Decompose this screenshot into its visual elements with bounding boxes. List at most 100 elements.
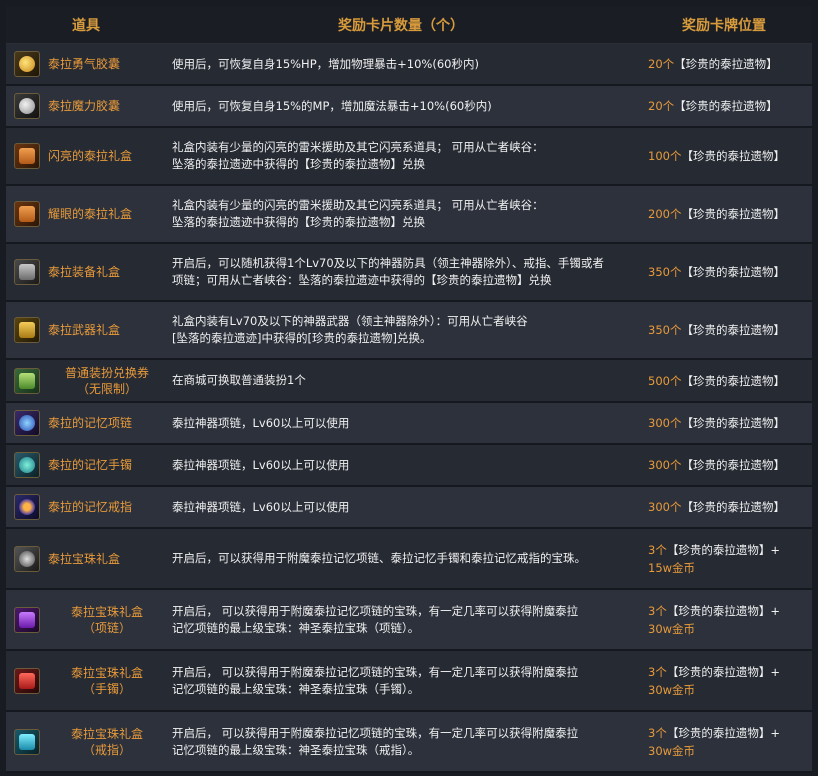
item-name-line: 泰拉装备礼盒 — [48, 265, 121, 279]
reward-line: 300个【珍贵的泰拉遗物】 — [648, 414, 812, 432]
table-row: 泰拉宝珠礼盒 开启后，可以获得用于附魔泰拉记忆项链、泰拉记忆手镯和泰拉记忆戒指的宝… — [6, 529, 812, 590]
item-name-line: 泰拉的记忆戒指 — [48, 500, 133, 514]
item-description: 开启后，可以获得用于附魔泰拉记忆项链、泰拉记忆手镯和泰拉记忆戒指的宝珠。 — [166, 550, 636, 567]
item-description: 泰拉神器项链，Lv60以上可以使用 — [166, 457, 636, 474]
item-icon-cell — [6, 667, 48, 694]
reward-count: 100个 — [648, 149, 682, 163]
reward-line: 300个【珍贵的泰拉遗物】 — [648, 456, 812, 474]
description-line: 记忆项链的最上级宝珠：神圣泰拉宝珠（戒指）。 — [172, 742, 420, 757]
reward-item: 【珍贵的泰拉遗物】 — [681, 323, 785, 337]
item-name-line: 泰拉的记忆手镯 — [48, 458, 133, 472]
reward-item: 【珍贵的泰拉遗物】 — [681, 373, 785, 388]
reward-position: 350个【珍贵的泰拉遗物】 — [636, 321, 812, 339]
red-gembox-icon — [14, 667, 40, 694]
bracelet-icon — [14, 452, 40, 478]
table-row: 泰拉魔力胶囊 使用后，可恢复自身15%的MP，增加魔法暴击+10%(60秒内) 20… — [6, 86, 812, 128]
description-line: 记忆项链的最上级宝珠：神圣泰拉宝珠（项链）。 — [172, 620, 420, 635]
reward-line: 20个【珍贵的泰拉遗物】 — [648, 55, 812, 73]
reward-count: 500个 — [648, 373, 682, 388]
description-line: 泰拉神器项链，Lv60以上可以使用 — [172, 415, 350, 430]
reward-count: 20个 — [648, 57, 675, 71]
reward-item: 【珍贵的泰拉遗物】+ — [666, 725, 780, 740]
reward-item: 【珍贵的泰拉遗物】 — [674, 57, 778, 71]
reward-line: 350个【珍贵的泰拉遗物】 — [648, 321, 812, 339]
reward-line: 100个【珍贵的泰拉遗物】 — [648, 147, 812, 165]
item-name-line: （无限制） — [76, 381, 137, 396]
reward-item: 【珍贵的泰拉遗物】+ — [666, 542, 780, 557]
reward-count: 350个 — [648, 323, 682, 337]
gold-weaponbox-icon — [14, 317, 40, 343]
item-description: 开启后， 可以获得用于附魔泰拉记忆项链的宝珠，有一定几率可以获得附魔泰拉 记忆项链… — [166, 725, 636, 759]
table-row: 泰拉宝珠礼盒 （戒指） 开启后， 可以获得用于附魔泰拉记忆项链的宝珠，有一定几率可以… — [6, 712, 812, 773]
gold-capsule-icon — [14, 51, 40, 77]
table-row: 泰拉的记忆手镯 泰拉神器项链，Lv60以上可以使用 300个【珍贵的泰拉遗物】 — [6, 445, 812, 487]
reward-line: 20个【珍贵的泰拉遗物】 — [648, 97, 812, 115]
item-icon-cell — [6, 143, 48, 169]
reward-position: 3个【珍贵的泰拉遗物】+ 30w金币 — [636, 663, 812, 699]
reward-count: 300个 — [648, 458, 682, 472]
table-row: 泰拉的记忆项链 泰拉神器项链，Lv60以上可以使用 300个【珍贵的泰拉遗物】 — [6, 403, 812, 445]
item-name-line: 泰拉勇气胶囊 — [48, 57, 121, 71]
item-description: 开启后，可以随机获得1个Lv70及以下的神器防具（领主神器除外）、戒指、手镯或者… — [166, 255, 636, 289]
item-name: 泰拉宝珠礼盒 （戒指） — [48, 726, 166, 758]
description-line: 泰拉神器项链，Lv60以上可以使用 — [172, 457, 350, 472]
avatar-ticket-icon — [14, 367, 40, 394]
header-position: 奖励卡牌位置 — [682, 17, 766, 34]
description-line: 泰拉神器项链，Lv60以上可以使用 — [172, 499, 350, 514]
purple-gembox-icon — [14, 606, 40, 633]
item-description: 使用后，可恢复自身15%的MP，增加魔法暴击+10%(60秒内) — [166, 98, 636, 115]
table-row: 泰拉武器礼盒 礼盒内装有Lv70及以下的神器武器（领主神器除外）：可用从亡者峡谷 [… — [6, 302, 812, 360]
item-description: 泰拉神器项链，Lv60以上可以使用 — [166, 499, 636, 516]
necklace-icon — [14, 410, 40, 436]
description-line: 开启后，可以随机获得1个Lv70及以下的神器防具（领主神器除外）、戒指、手镯或者 — [172, 256, 604, 270]
item-icon-cell — [6, 259, 48, 285]
teal-gembox-icon — [14, 728, 40, 755]
table-body: 泰拉勇气胶囊 使用后，可恢复自身15%HP，增加物理暴击+10%(60秒内) 20个… — [6, 44, 812, 773]
item-name: 泰拉宝珠礼盒 — [48, 551, 166, 567]
reward-count: 300个 — [648, 416, 682, 430]
item-name-line: 普通装扮兑换券 — [64, 365, 149, 380]
item-icon-cell — [6, 93, 48, 119]
item-icon-cell — [6, 201, 48, 227]
reward-count: 300个 — [648, 500, 682, 514]
table-row: 泰拉装备礼盒 开启后，可以随机获得1个Lv70及以下的神器防具（领主神器除外）、戒… — [6, 244, 812, 302]
reward-gold: 15w金币 — [648, 560, 696, 575]
item-name: 泰拉魔力胶囊 — [48, 98, 166, 114]
reward-item: 【珍贵的泰拉遗物】+ — [666, 664, 780, 679]
reward-line: 3个【珍贵的泰拉遗物】+ — [648, 663, 812, 681]
reward-line: 350个【珍贵的泰拉遗物】 — [648, 263, 812, 281]
reward-item: 【珍贵的泰拉遗物】 — [681, 265, 785, 279]
item-name: 闪亮的泰拉礼盒 — [48, 148, 166, 164]
item-name: 泰拉宝珠礼盒 （手镯） — [48, 665, 166, 697]
reward-line: 3个【珍贵的泰拉遗物】+ — [648, 602, 812, 620]
reward-item: 【珍贵的泰拉遗物】+ — [666, 603, 780, 618]
reward-position: 20个【珍贵的泰拉遗物】 — [636, 97, 812, 115]
description-line: [坠落的泰拉遗迹]中获得的[珍贵的泰拉遗物]兑换。 — [172, 331, 432, 345]
table-row: 泰拉勇气胶囊 使用后，可恢复自身15%HP，增加物理暴击+10%(60秒内) 20个… — [6, 44, 812, 86]
reward-gold: 30w金币 — [648, 682, 696, 697]
item-description: 使用后，可恢复自身15%HP，增加物理暴击+10%(60秒内) — [166, 56, 636, 73]
reward-line: 3个【珍贵的泰拉遗物】+ — [648, 724, 812, 742]
description-line: 开启后， 可以获得用于附魔泰拉记忆项链的宝珠，有一定几率可以获得附魔泰拉 — [172, 664, 579, 679]
description-line: 使用后，可恢复自身15%的MP，增加魔法暴击+10%(60秒内) — [172, 98, 492, 113]
item-description: 开启后， 可以获得用于附魔泰拉记忆项链的宝珠，有一定几率可以获得附魔泰拉 记忆项链… — [166, 603, 636, 637]
reward-count: 3个 — [648, 664, 667, 679]
orange-giftbox-icon — [14, 201, 40, 227]
item-icon-cell — [6, 606, 48, 633]
reward-position: 3个【珍贵的泰拉遗物】+ 30w金币 — [636, 724, 812, 760]
description-line: 使用后，可恢复自身15%HP，增加物理暴击+10%(60秒内) — [172, 56, 479, 71]
reward-count: 3个 — [648, 603, 667, 618]
item-name-line: 泰拉武器礼盒 — [48, 323, 121, 337]
reward-item: 【珍贵的泰拉遗物】 — [681, 416, 785, 430]
reward-gold: 30w金币 — [648, 743, 696, 758]
reward-count: 200个 — [648, 207, 682, 221]
item-name: 泰拉武器礼盒 — [48, 322, 166, 338]
description-line: 坠落的泰拉遗迹中获得的【珍贵的泰拉遗物】兑换 — [172, 157, 425, 171]
ring-icon — [14, 494, 40, 520]
item-description: 礼盒内装有少量的闪亮的雷米援助及其它闪亮系道具； 可用从亡者峡谷： 坠落的泰拉遗迹… — [166, 139, 636, 173]
header-quantity: 奖励卡片数量（个） — [338, 17, 464, 34]
item-icon-cell — [6, 545, 48, 572]
description-line: 礼盒内装有少量的闪亮的雷米援助及其它闪亮系道具； 可用从亡者峡谷： — [172, 140, 544, 154]
item-description: 开启后， 可以获得用于附魔泰拉记忆项链的宝珠，有一定几率可以获得附魔泰拉 记忆项链… — [166, 664, 636, 698]
item-icon-cell — [6, 452, 48, 478]
